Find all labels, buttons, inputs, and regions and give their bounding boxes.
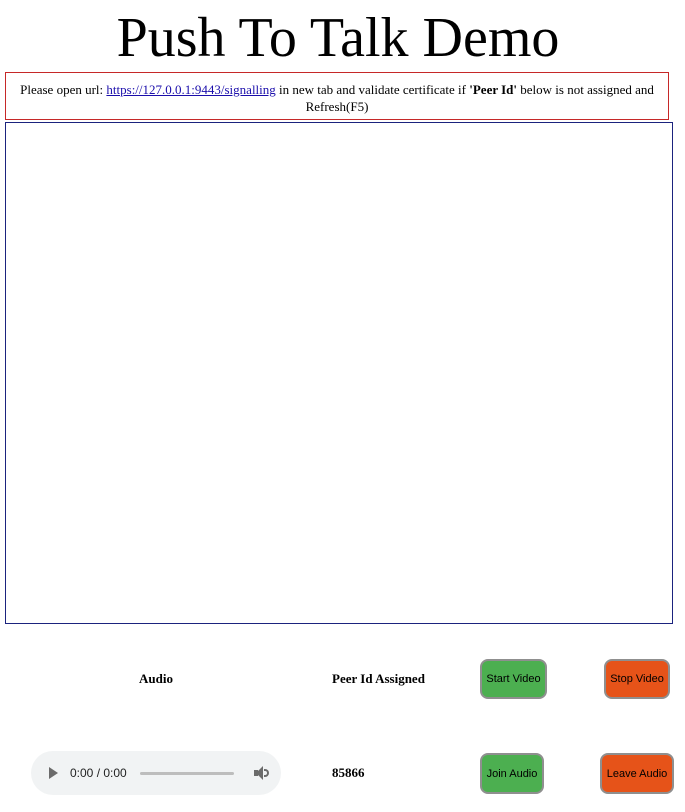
volume-icon[interactable]	[253, 766, 270, 780]
stop-video-button[interactable]: Stop Video	[604, 659, 670, 699]
audio-time: 0:00 / 0:00	[70, 766, 127, 780]
notice-middle: in new tab and validate certificate if	[275, 82, 470, 97]
notice-prefix: Please open url:	[20, 82, 107, 97]
play-icon[interactable]	[49, 767, 58, 779]
leave-audio-button[interactable]: Leave Audio	[600, 753, 674, 794]
audio-label: Audio	[139, 671, 173, 686]
start-video-button[interactable]: Start Video	[480, 659, 547, 699]
page: Push To Talk Demo Please open url: https…	[0, 0, 685, 812]
audio-progress-bar[interactable]	[139, 771, 234, 775]
join-audio-button[interactable]: Join Audio	[480, 753, 544, 794]
video-area	[5, 122, 673, 624]
peer-id-label: Peer Id Assigned	[332, 671, 425, 686]
audio-player[interactable]: 0:00 / 0:00	[31, 751, 281, 795]
certificate-notice: Please open url: https://127.0.0.1:9443/…	[5, 72, 669, 120]
signalling-url-link[interactable]: https://127.0.0.1:9443/signalling	[106, 82, 275, 97]
notice-emphasis: 'Peer Id'	[469, 82, 518, 97]
page-title: Push To Talk Demo	[116, 7, 560, 69]
peer-id-value: 85866	[332, 765, 365, 780]
